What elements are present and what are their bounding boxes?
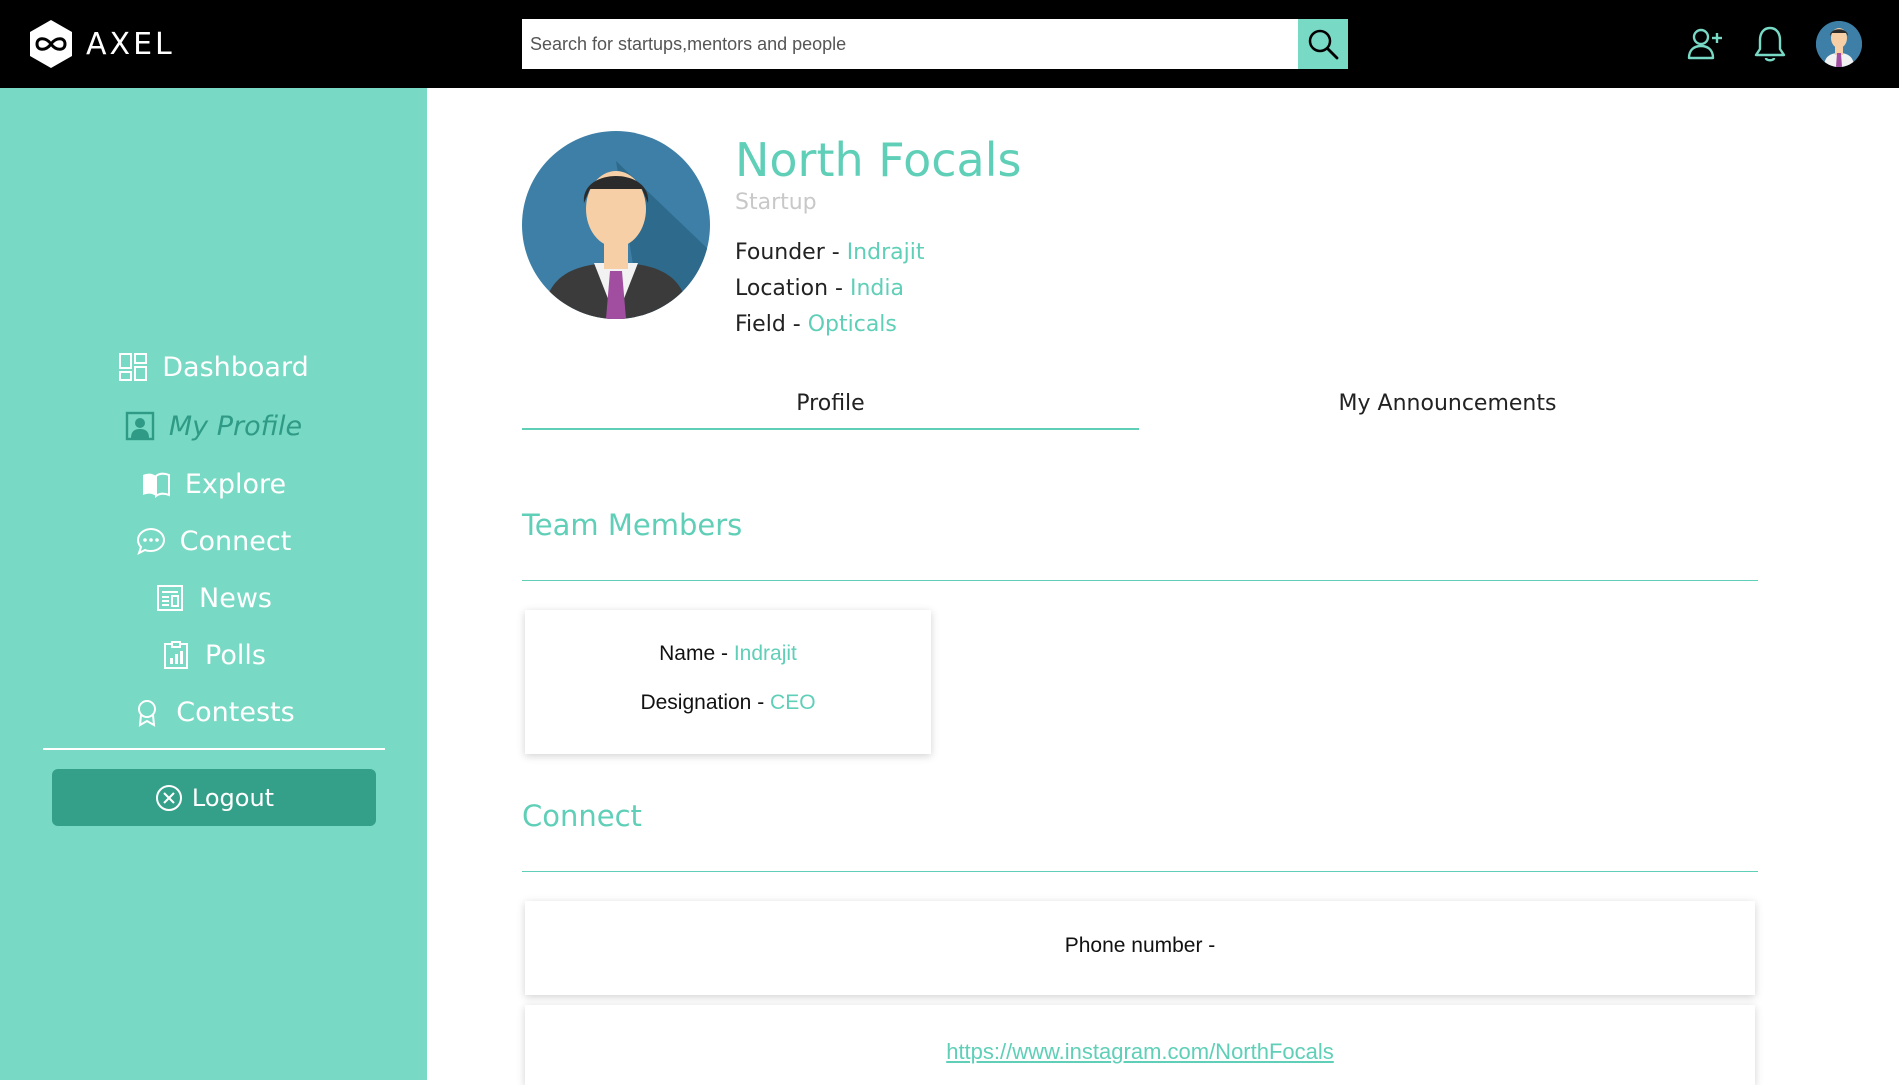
- axel-logo-icon: [30, 20, 72, 68]
- field-label: Field -: [735, 312, 808, 337]
- award-icon: [132, 697, 162, 727]
- founder-row: Founder - Indrajit: [735, 240, 924, 265]
- location-value: India: [849, 276, 904, 301]
- sidebar-item-news[interactable]: News: [0, 575, 427, 621]
- location-label: Location -: [735, 276, 850, 301]
- founder-value[interactable]: Indrajit: [847, 240, 925, 265]
- user-avatar[interactable]: [1816, 21, 1862, 67]
- instagram-link[interactable]: https://www.instagram.com/NorthFocals: [946, 1039, 1334, 1064]
- phone-label: Phone number -: [1064, 934, 1216, 957]
- team-members-divider: [522, 580, 1758, 581]
- connect-title: Connect: [522, 799, 642, 833]
- avatar-icon: [1816, 21, 1862, 67]
- profile-tabs: Profile My Announcements: [522, 378, 1758, 430]
- sidebar-item-connect[interactable]: Connect: [0, 518, 427, 564]
- sidebar-item-label: Connect: [179, 525, 292, 557]
- search-icon: [1308, 29, 1339, 60]
- sidebar-item-label: Explore: [184, 468, 287, 500]
- member-name-value: Indrajit: [733, 642, 797, 665]
- profile-name: North Focals: [735, 133, 1022, 187]
- close-circle-icon: [154, 783, 184, 813]
- add-user-icon[interactable]: [1686, 24, 1726, 64]
- search-input[interactable]: [522, 19, 1298, 69]
- book-icon: [141, 469, 171, 499]
- member-designation-value: CEO: [770, 691, 816, 714]
- top-bar: AXEL: [0, 0, 1899, 88]
- newspaper-icon: [155, 583, 185, 613]
- member-name-label: Name -: [659, 642, 734, 665]
- profile-icon: [125, 411, 155, 441]
- sidebar-item-polls[interactable]: Polls: [0, 632, 427, 678]
- sidebar-item-label: Polls: [205, 639, 266, 671]
- sidebar-item-label: Contests: [176, 696, 295, 728]
- tab-profile[interactable]: Profile: [522, 378, 1139, 430]
- person-avatar-icon: [522, 131, 710, 319]
- dashboard-icon: [118, 352, 148, 382]
- profile-type: Startup: [735, 190, 817, 215]
- profile-picture: [522, 131, 710, 319]
- sidebar-item-contests[interactable]: Contests: [0, 689, 427, 735]
- logout-label: Logout: [191, 783, 275, 812]
- instagram-row: https://www.instagram.com/NorthFocals: [525, 1039, 1755, 1065]
- sidebar-item-my-profile[interactable]: My Profile: [0, 403, 427, 449]
- search-bar: [522, 19, 1348, 69]
- chat-icon: [136, 526, 166, 556]
- team-member-card: Name - Indrajit Designation - CEO: [525, 610, 931, 754]
- sidebar-item-label: Dashboard: [162, 351, 309, 383]
- bell-icon[interactable]: [1750, 24, 1790, 64]
- logout-button[interactable]: Logout: [52, 769, 376, 826]
- field-row: Field - Opticals: [735, 312, 897, 337]
- connect-divider: [522, 871, 1758, 872]
- member-designation-row: Designation - CEO: [525, 691, 931, 715]
- member-designation-label: Designation -: [640, 691, 771, 714]
- brand[interactable]: AXEL: [28, 19, 175, 69]
- sidebar-item-dashboard[interactable]: Dashboard: [0, 344, 427, 390]
- location-row: Location - India: [735, 276, 904, 301]
- sidebar-item-label: News: [199, 582, 272, 614]
- phone-card: Phone number -: [525, 901, 1755, 995]
- team-members-title: Team Members: [522, 508, 743, 542]
- search-button[interactable]: [1298, 19, 1348, 69]
- sidebar-item-label: My Profile: [168, 410, 303, 442]
- app-name: AXEL: [86, 26, 175, 62]
- sidebar: Dashboard My Profile Explore Connect New…: [0, 88, 427, 1080]
- member-name-row: Name - Indrajit: [525, 642, 931, 666]
- instagram-card: https://www.instagram.com/NorthFocals: [525, 1005, 1755, 1085]
- poll-icon: [161, 640, 191, 670]
- tab-my-announcements[interactable]: My Announcements: [1139, 378, 1756, 428]
- founder-label: Founder -: [735, 240, 847, 265]
- sidebar-divider: [43, 748, 385, 750]
- sidebar-item-explore[interactable]: Explore: [0, 461, 427, 507]
- main-content: North Focals Startup Founder - Indrajit …: [427, 88, 1899, 1085]
- field-value: Opticals: [807, 312, 897, 337]
